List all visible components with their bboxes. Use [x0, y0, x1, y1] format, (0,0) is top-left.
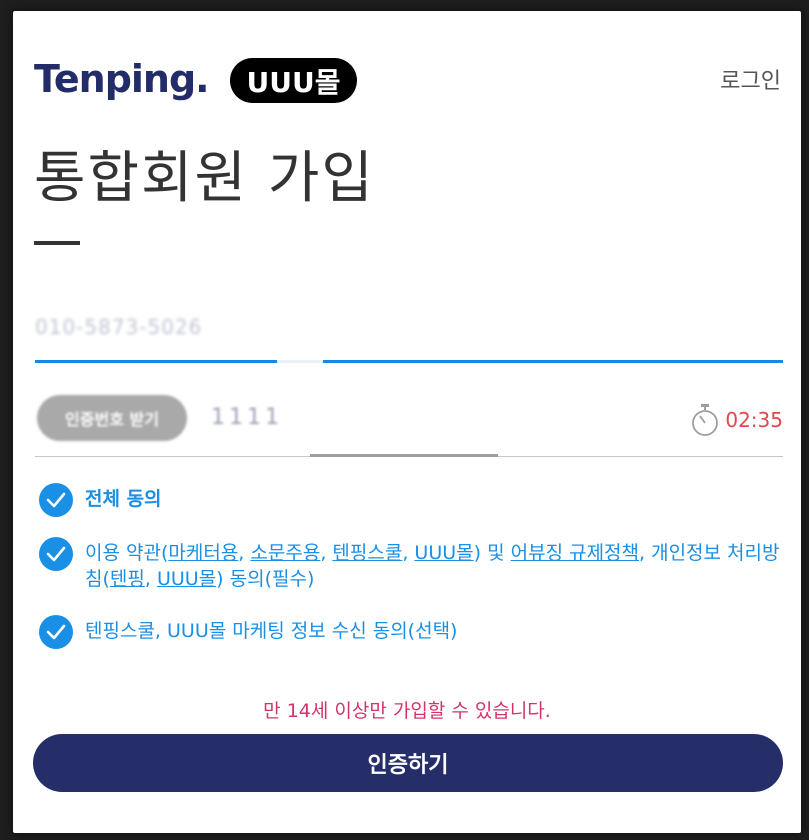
agree-terms-row[interactable]: 이용 약관(마케터용, 소문주용, 텐핑스쿨, UUU몰) 및 어뷰징 규제정책…: [39, 537, 785, 592]
terms-mall-link[interactable]: UUU몰: [414, 542, 473, 564]
terms-text: ,: [402, 542, 415, 564]
agree-all-label: 전체 동의: [85, 488, 162, 510]
terms-marketer-link[interactable]: 마케터용: [168, 542, 238, 564]
terms-school-link[interactable]: 텐핑스쿨: [332, 542, 402, 564]
age-notice: 만 14세 이상만 가입할 수 있습니다.: [263, 700, 551, 722]
terms-text: ,: [144, 568, 157, 590]
stopwatch-icon: [692, 404, 719, 436]
request-code-button[interactable]: 인증번호 받기: [37, 395, 187, 441]
terms-text: ) 동의(필수): [216, 568, 315, 590]
privacy-tenping-link[interactable]: 텐핑: [110, 568, 145, 590]
underline-gap: [277, 360, 323, 363]
terms-text: ) 및: [473, 542, 511, 564]
terms-text: 이용 약관(: [85, 542, 169, 564]
terms-text: ,: [238, 542, 251, 564]
signup-card: Tenping. UUU몰 로그인 통합회원 가입 010-5873-5026 …: [13, 11, 801, 833]
phone-input-underline: [35, 360, 783, 363]
verify-submit-button[interactable]: 인증하기: [33, 734, 783, 792]
countdown-timer: 02:35: [691, 403, 783, 437]
abuse-policy-link[interactable]: 어뷰징 규제정책: [511, 542, 639, 564]
page-title: 통합회원 가입: [34, 146, 375, 211]
verification-row: 인증번호 받기 1111 02:35: [35, 391, 783, 457]
login-link[interactable]: 로그인: [720, 63, 781, 95]
agree-terms-label: 이용 약관(마케터용, 소문주용, 텐핑스쿨, UUU몰) 및 어뷰징 규제정책…: [85, 537, 785, 592]
timer-text: 02:35: [725, 408, 783, 432]
verification-code-input[interactable]: 1111: [211, 405, 283, 430]
agree-marketing-row[interactable]: 텐핑스쿨, UUU몰 마케팅 정보 수신 동의(선택): [39, 615, 785, 649]
code-input-underline: [310, 454, 498, 457]
phone-value[interactable]: 010-5873-5026: [35, 315, 202, 339]
agree-all-row[interactable]: 전체 동의: [39, 483, 785, 517]
terms-influencer-link[interactable]: 소문주용: [250, 542, 320, 564]
header: Tenping. UUU몰 로그인: [13, 11, 801, 111]
privacy-mall-link[interactable]: UUU몰: [157, 568, 216, 590]
agree-marketing-label: 텐핑스쿨, UUU몰 마케팅 정보 수신 동의(선택): [85, 620, 458, 642]
phone-input[interactable]: 010-5873-5026: [35, 307, 783, 363]
check-circle-icon[interactable]: [39, 537, 73, 571]
title-underline: [34, 241, 80, 245]
mall-badge[interactable]: UUU몰: [230, 58, 357, 103]
terms-text: ,: [320, 542, 333, 564]
check-circle-icon[interactable]: [39, 483, 73, 517]
brand-logo[interactable]: Tenping.: [34, 57, 210, 101]
check-circle-icon[interactable]: [39, 615, 73, 649]
